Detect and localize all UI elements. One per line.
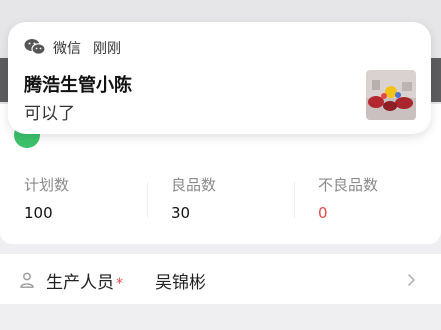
notification-time: 刚刚 <box>93 41 121 57</box>
production-personnel-row[interactable]: 生产人员 * 吴锦彬 <box>0 254 441 304</box>
stat-value: 30 <box>171 204 191 222</box>
stat-planned: 计划数 100 <box>24 174 69 222</box>
divider <box>294 182 295 218</box>
chevron-right-icon <box>408 274 415 286</box>
person-icon <box>20 272 34 288</box>
personnel-label-text: 生产人员 <box>46 273 114 293</box>
personnel-label: 生产人员 * <box>46 268 123 293</box>
required-mark: * <box>116 276 123 292</box>
stat-label: 不良品数 <box>318 176 379 194</box>
stat-label: 计划数 <box>24 176 70 194</box>
stat-good: 良品数 30 <box>171 174 216 222</box>
stat-label: 良品数 <box>171 176 217 194</box>
notification-banner[interactable]: 微信 刚刚 腾浩生管小陈 可以了 <box>8 22 431 134</box>
stat-value: 100 <box>24 204 53 222</box>
personnel-value: 吴锦彬 <box>155 273 206 293</box>
notification-sender: 腾浩生管小陈 <box>24 75 132 96</box>
stat-value: 0 <box>318 204 328 222</box>
wechat-icon <box>24 39 46 55</box>
notification-message: 可以了 <box>24 104 75 124</box>
stat-defective: 不良品数 0 <box>318 174 378 222</box>
photo-thumbnail <box>366 70 416 120</box>
notification-app-name: 微信 <box>53 41 81 57</box>
divider <box>147 182 148 218</box>
production-stats-card: 计划数 100 良品数 30 不良品数 0 <box>0 152 441 244</box>
